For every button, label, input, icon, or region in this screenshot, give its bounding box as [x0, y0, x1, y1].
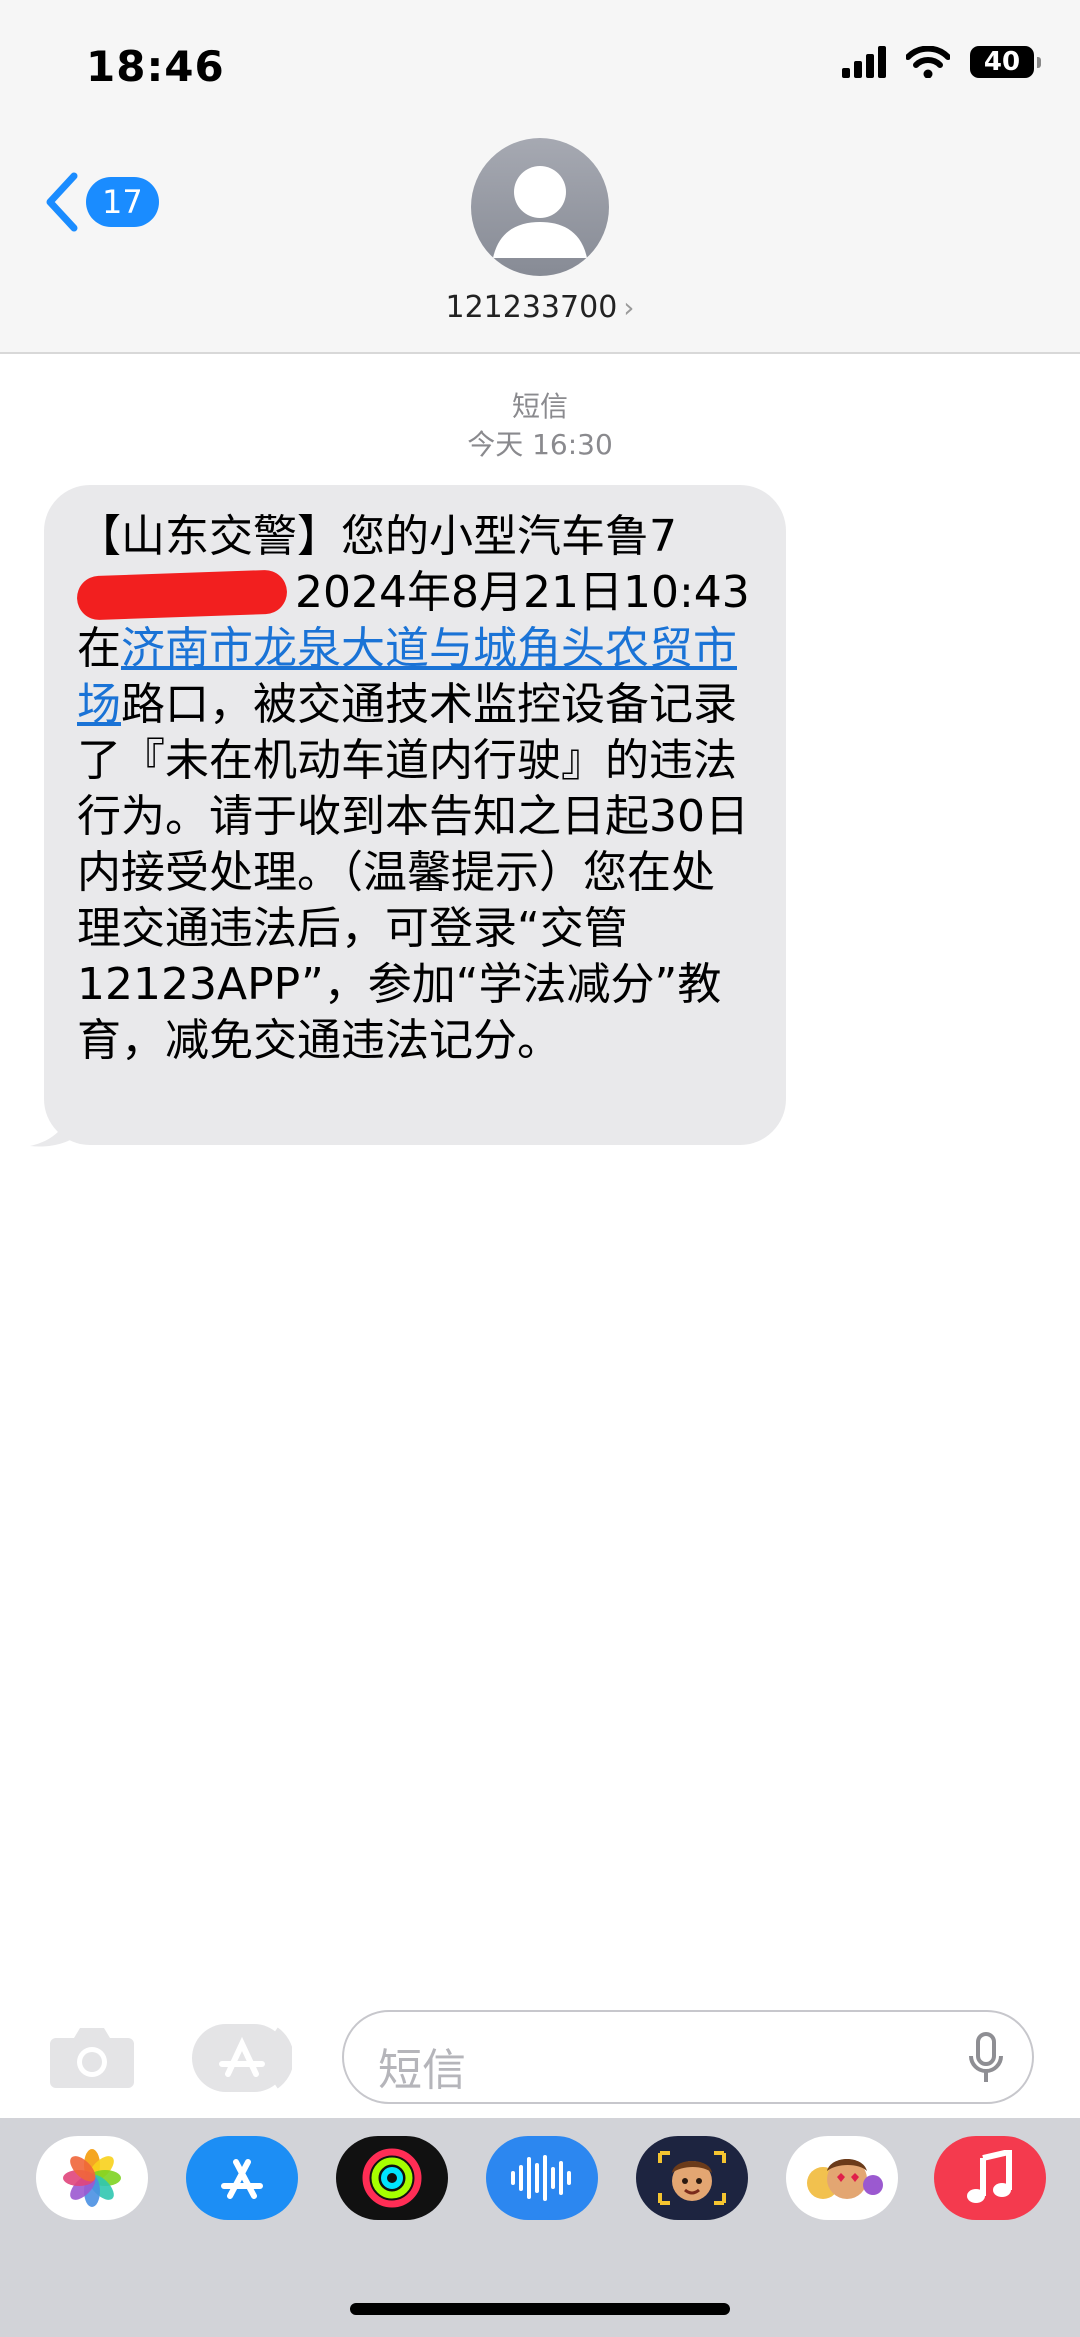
photos-icon[interactable]: [36, 2136, 148, 2220]
memoji-stickers-icon[interactable]: [786, 2136, 898, 2220]
message-text-intro: 【山东交警】您的小型汽车鲁: [77, 511, 649, 562]
status-bar: 18:46 40: [0, 0, 1080, 130]
message-text-body: 路口，被交通技术监控设备记录了『未在机动车道内行驶』的违法行为。请于收到本告知之…: [77, 679, 749, 1066]
chevron-right-icon: ›: [623, 291, 635, 324]
wifi-icon: [906, 46, 950, 78]
home-indicator[interactable]: [350, 2303, 730, 2315]
redaction-mark: [76, 569, 288, 621]
contact-name-button[interactable]: 121233700 ›: [0, 290, 1080, 325]
app-store-button-icon[interactable]: [192, 2024, 292, 2092]
microphone-icon[interactable]: [968, 2032, 1004, 2086]
camera-icon[interactable]: [50, 2022, 134, 2088]
status-time: 18:46: [86, 42, 225, 91]
fitness-icon[interactable]: [336, 2136, 448, 2220]
cellular-signal-icon: [842, 46, 886, 78]
chevron-left-icon: [46, 172, 78, 232]
battery-level: 40: [983, 47, 1021, 77]
message-input[interactable]: 短信: [342, 2010, 1034, 2104]
music-icon[interactable]: [934, 2136, 1046, 2220]
voice-memos-icon[interactable]: [486, 2136, 598, 2220]
message-input-placeholder: 短信: [378, 2045, 466, 2096]
contact-avatar[interactable]: [471, 138, 609, 276]
service-label: 短信: [511, 390, 568, 423]
composer-row: 短信: [0, 2010, 1080, 2110]
unread-count-badge: 17: [86, 177, 159, 227]
memoji-icon[interactable]: [636, 2136, 748, 2220]
plate-prefix: 7: [649, 511, 677, 562]
battery-icon: 40: [970, 46, 1041, 78]
message-bubble[interactable]: 【山东交警】您的小型汽车鲁72024年8月21日10:43在济南市龙泉大道与城角…: [44, 485, 786, 1145]
app-store-icon[interactable]: [186, 2136, 298, 2220]
back-button[interactable]: 17: [44, 172, 159, 232]
person-icon: [493, 166, 587, 258]
contact-number: 121233700: [445, 290, 618, 325]
message-timestamp: 今天 16:30: [467, 428, 613, 461]
